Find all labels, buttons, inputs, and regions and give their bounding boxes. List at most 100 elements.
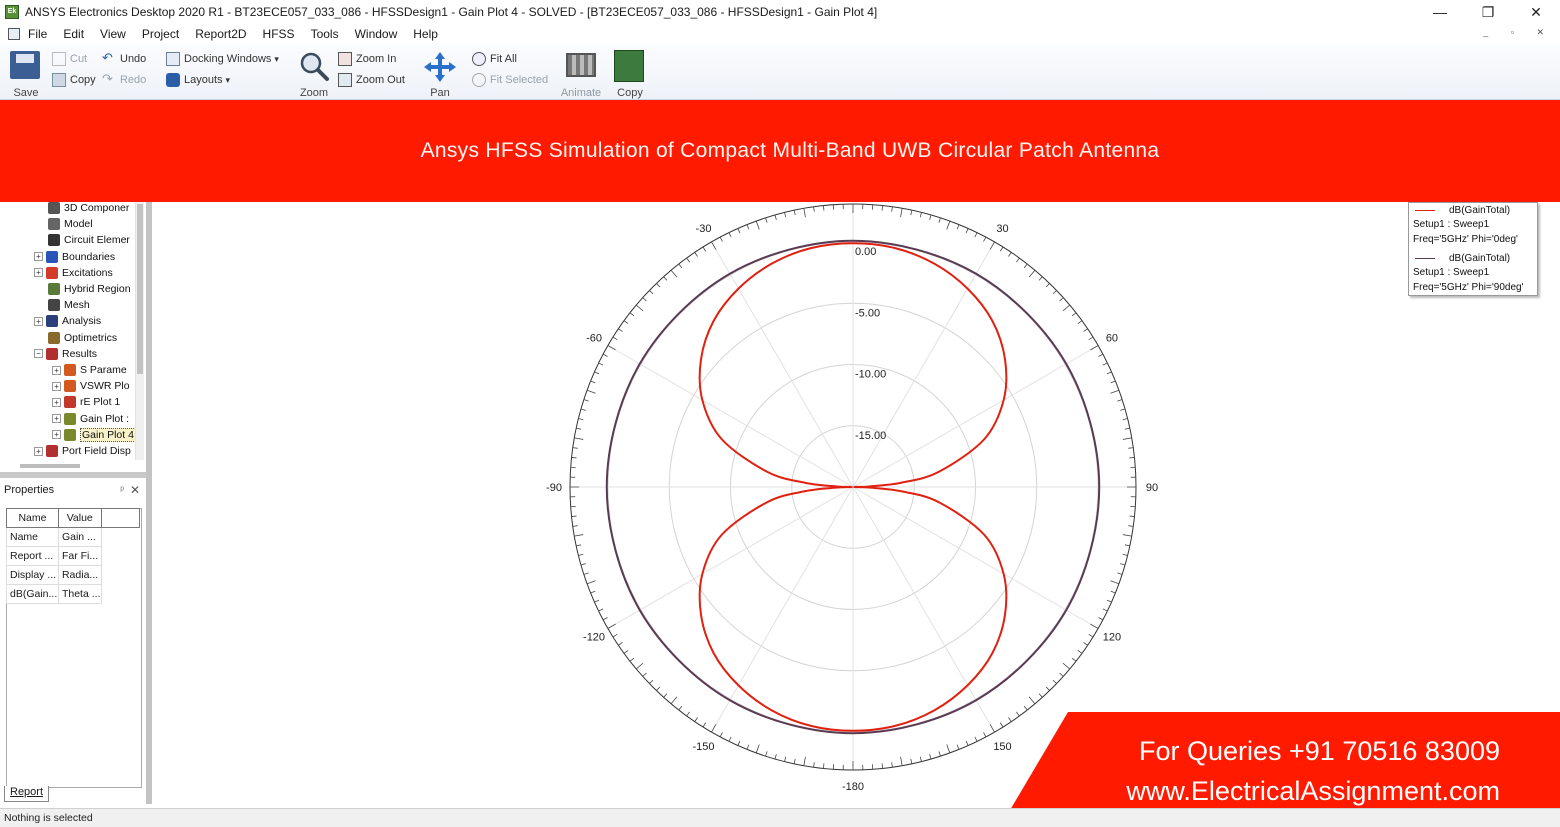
tree-item[interactable]: + S Parame [52,362,127,378]
zoom-label[interactable]: Zoom [294,87,334,99]
menu-project[interactable]: Project [142,27,179,41]
docking-windows-button[interactable]: Docking Windows ▾ [166,52,279,66]
undo-icon: ↶ [102,50,113,65]
fit-selected-button[interactable]: Fit Selected [472,73,548,87]
prop-value-cell[interactable]: Gain ... [57,527,102,547]
table-row[interactable]: Name Gain ... [6,527,140,547]
zoom-in-button[interactable]: Zoom In [338,52,396,66]
expand-toggle-icon[interactable]: + [52,381,61,391]
legend-entry-phi90: dB(GainTotal) [1413,251,1510,265]
angle-tick [663,693,668,698]
tree-item[interactable]: + Analysis [34,313,101,329]
prop-name-cell: Report ... [6,546,59,566]
plot-legend[interactable]: dB(GainTotal) Setup1 : Sweep1 Freq='5GHz… [1408,202,1538,296]
save-label[interactable]: Save [8,87,44,99]
tree-item[interactable]: + Gain Plot : [52,411,129,427]
tree-item[interactable]: + Port Field Disp [34,443,131,459]
expand-toggle-icon[interactable]: + [52,397,61,407]
zoom-magnifier-icon[interactable] [298,50,330,82]
animate-label[interactable]: Animate [556,87,606,99]
expand-toggle-icon[interactable]: + [34,446,43,456]
tree-item[interactable]: Hybrid Region [48,281,131,297]
document-icon[interactable] [8,28,20,40]
expand-toggle-icon[interactable]: + [52,414,61,424]
angle-tick [572,447,578,449]
legend-series-name: dB(GainTotal) [1449,252,1511,264]
copy-image-icon[interactable] [614,50,644,82]
menu-window[interactable]: Window [355,27,398,41]
redo-button[interactable]: ↷ Redo [102,72,146,87]
expand-toggle-icon[interactable]: + [52,365,61,375]
column-header-name[interactable]: Name [6,508,59,528]
copy-button[interactable]: Copy [52,73,96,87]
menu-edit[interactable]: Edit [63,27,84,41]
tree-node-icon [48,234,60,247]
tree-item[interactable]: Optimetrics [48,330,117,346]
pan-label[interactable]: Pan [420,87,460,99]
tree-item[interactable]: + Excitations [34,265,113,281]
pane-splitter[interactable] [0,472,148,478]
tree-vertical-scrollbar[interactable] [136,202,144,460]
tree-item[interactable]: + rE Plot 1 [52,394,120,410]
scroll-thumb[interactable] [137,204,143,374]
mdi-window-controls[interactable]: _ ▫ ✕ [1483,27,1554,38]
menu-view[interactable]: View [100,27,126,41]
tree-item[interactable]: 3D Componer [48,202,129,216]
save-icon[interactable] [10,51,40,79]
legend-series-name: dB(GainTotal) [1449,204,1511,216]
restore-button[interactable]: ❐ [1464,0,1512,24]
fit-all-button[interactable]: Fit All [472,52,517,66]
expand-toggle-icon[interactable]: + [52,430,61,440]
layouts-button[interactable]: Layouts ▾ [166,73,230,87]
expand-toggle-icon[interactable]: + [34,268,43,278]
undo-button[interactable]: ↶ Undo [102,50,146,66]
angle-tick [612,633,618,638]
tree-item[interactable]: Mesh [48,297,90,313]
close-properties-icon[interactable]: ✕ [130,483,140,497]
prop-value-cell[interactable]: Far Fi... [57,546,102,566]
minimize-button[interactable]: — [1416,0,1464,24]
angle-tick [1088,336,1094,341]
angle-tick [586,389,596,394]
tree-item[interactable]: − Results [34,346,97,362]
copy-image-label[interactable]: Copy [610,87,650,99]
angle-tick [678,263,683,269]
angle-tick [1071,312,1077,317]
zoom-out-button[interactable]: Zoom Out [338,73,405,87]
angle-tick [612,336,618,341]
tree-item[interactable]: Circuit Elemer [48,232,130,248]
menu-hfss[interactable]: HFSS [263,27,295,41]
cut-button[interactable]: Cut [52,52,87,66]
prop-value-cell[interactable]: Theta ... [57,584,102,604]
expand-toggle-icon[interactable]: + [34,316,43,326]
expand-toggle-icon[interactable]: − [34,349,43,359]
menu-tools[interactable]: Tools [311,27,339,41]
prop-value-cell[interactable]: Radia... [57,565,102,585]
expand-toggle-icon[interactable]: + [34,252,43,262]
tab-report[interactable]: Report [4,786,50,802]
pin-icon[interactable]: ᵖ [120,485,124,496]
tree-item[interactable]: + Boundaries [34,249,115,265]
menu-file[interactable]: File [28,27,47,41]
radial-tick-label: -10.00 [855,369,886,381]
angle-tick [629,312,635,317]
tree-item[interactable]: + VSWR Plo [52,378,130,394]
close-button[interactable]: ✕ [1512,0,1560,24]
angle-tick [590,380,596,384]
tree-item[interactable]: + Gain Plot 4 [52,427,135,443]
angle-tick [1124,544,1130,547]
tree-horizontal-scrollbar[interactable] [20,464,80,468]
angle-tick [702,722,707,728]
zoom-in-icon [338,52,352,66]
column-header-value[interactable]: Value [57,508,102,528]
pan-arrows-icon[interactable] [424,52,456,82]
table-row[interactable]: Report ... Far Fi... [6,546,140,566]
angle-tick [974,232,978,238]
table-row[interactable]: dB(Gain... Theta ... [6,584,140,604]
animate-filmstrip-icon[interactable] [566,53,596,77]
table-row[interactable]: Display ... Radia... [6,565,140,585]
angle-tick [649,679,654,684]
menu-help[interactable]: Help [413,27,438,41]
menu-report2d[interactable]: Report2D [195,27,246,41]
tree-item[interactable]: Model [48,216,93,232]
